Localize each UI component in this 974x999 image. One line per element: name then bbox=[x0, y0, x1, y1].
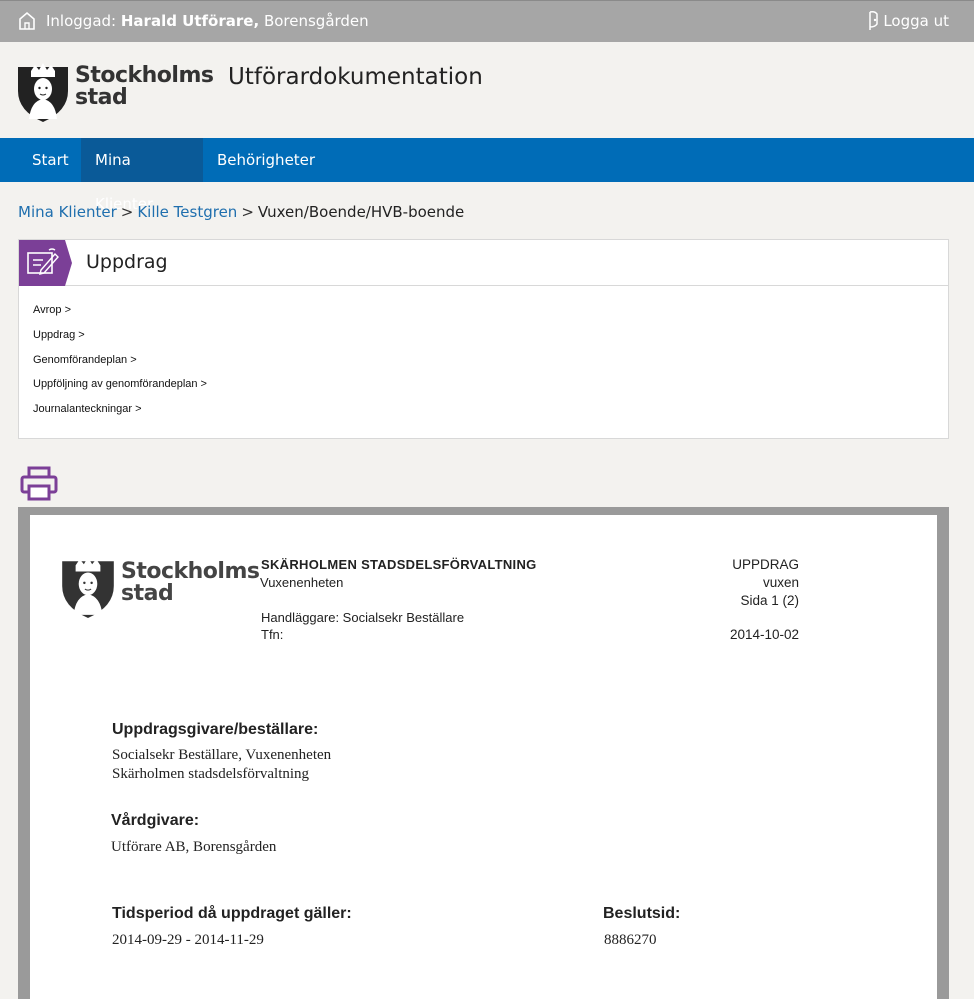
document-category: vuxen bbox=[762, 575, 799, 590]
nav-item-mina-klienter[interactable]: Mina Klienter bbox=[81, 138, 203, 213]
link-avrop[interactable]: Avrop > bbox=[33, 304, 207, 329]
beslutsid-label: Beslutsid: bbox=[603, 905, 681, 922]
breadcrumb-client[interactable]: Kille Testgren bbox=[137, 203, 237, 221]
document-logo: Stockholms stad bbox=[61, 555, 260, 621]
main-nav: Start Mina Klienter Behörigheter bbox=[0, 138, 974, 213]
breadcrumb-separator: > bbox=[241, 203, 254, 221]
document-date: 2014-10-02 bbox=[729, 627, 799, 642]
doc-logo-line-1: Stockholms bbox=[121, 559, 260, 584]
logo-wordmark: Stockholms stad bbox=[75, 63, 214, 110]
stockholm-crest-icon bbox=[18, 63, 68, 122]
document-viewer[interactable]: Stockholms stad SKÄRHOLMEN STADSDELSFÖRV… bbox=[18, 507, 949, 999]
nav-item-start[interactable]: Start bbox=[18, 138, 83, 182]
stockholm-logo[interactable]: Stockholms stad bbox=[17, 61, 214, 123]
stockholm-crest-icon bbox=[62, 557, 114, 618]
top-bar: Inloggad: Harald Utförare, Borensgården … bbox=[0, 0, 974, 42]
panel-title: Uppdrag bbox=[86, 251, 168, 273]
breadcrumb-mina-klienter[interactable]: Mina Klienter bbox=[18, 203, 117, 221]
print-icon[interactable] bbox=[20, 466, 58, 502]
panel-header: Uppdrag bbox=[19, 240, 948, 286]
link-uppfoljning[interactable]: Uppföljning av genomförandeplan > bbox=[33, 378, 207, 403]
tidsperiod-value: 2014-09-29 - 2014-11-29 bbox=[112, 932, 264, 948]
document-org: SKÄRHOLMEN STADSDELSFÖRVALTNING bbox=[261, 557, 537, 572]
document-page-number: Sida 1 (2) bbox=[740, 593, 799, 608]
tidsperiod-label: Tidsperiod då uppdraget gäller: bbox=[112, 905, 352, 922]
breadcrumb: Mina Klienter > Kille Testgren > Vuxen/Boend… bbox=[18, 203, 464, 221]
breadcrumb-separator: > bbox=[120, 203, 134, 221]
home-icon[interactable] bbox=[17, 11, 37, 31]
document-handlaggare: Handläggare: Socialsekr Beställare bbox=[261, 610, 465, 625]
logout-link[interactable]: Logga ut bbox=[883, 12, 949, 30]
panel-links: Avrop > Uppdrag > Genomförandeplan > Upp… bbox=[33, 304, 207, 428]
vardgivare-value: Utförare AB, Borensgården bbox=[111, 839, 277, 855]
site-header: Stockholms stad Utförardokumentation bbox=[0, 42, 974, 138]
document-logo-wordmark: Stockholms stad bbox=[121, 559, 260, 606]
logged-in-info: Inloggad: Harald Utförare, Borensgården bbox=[46, 12, 369, 30]
breadcrumb-current: Vuxen/Boende/HVB-boende bbox=[257, 203, 465, 221]
document-page: Stockholms stad SKÄRHOLMEN STADSDELSFÖRV… bbox=[30, 515, 937, 999]
uppdragsgivare-line-1: Socialsekr Beställare, Vuxenenheten bbox=[112, 747, 332, 763]
document-type: UPPDRAG bbox=[732, 557, 799, 572]
logout-icon[interactable] bbox=[866, 9, 882, 33]
link-uppdrag[interactable]: Uppdrag > bbox=[33, 329, 207, 354]
nav-item-behorigheter[interactable]: Behörigheter bbox=[203, 138, 329, 182]
link-journalanteckningar[interactable]: Journalanteckningar > bbox=[33, 403, 207, 428]
link-genomforandeplan[interactable]: Genomförandeplan > bbox=[33, 354, 207, 379]
uppdragsgivare-label: Uppdragsgivare/beställare: bbox=[112, 721, 319, 738]
logged-in-user: Harald Utförare, bbox=[120, 12, 260, 30]
doc-logo-line-2: stad bbox=[121, 581, 174, 606]
logo-line-1: Stockholms bbox=[75, 63, 214, 88]
document-unit: Vuxenenheten bbox=[260, 575, 344, 590]
logo-line-2: stad bbox=[75, 85, 128, 110]
beslutsid-value: 8886270 bbox=[604, 932, 657, 948]
uppdragsgivare-line-2: Skärholmen stadsdelsförvaltning bbox=[112, 766, 310, 782]
document-tfn: Tfn: bbox=[261, 627, 284, 642]
document-edit-icon bbox=[19, 240, 72, 286]
vardgivare-label: Vårdgivare: bbox=[111, 812, 200, 829]
uppdrag-panel: Uppdrag Avrop > Uppdrag > Genomförandepl… bbox=[18, 239, 949, 439]
logged-in-org: Borensgården bbox=[263, 12, 369, 30]
logged-in-prefix: Inloggad: bbox=[46, 12, 117, 30]
app-title: Utförardokumentation bbox=[228, 64, 483, 90]
